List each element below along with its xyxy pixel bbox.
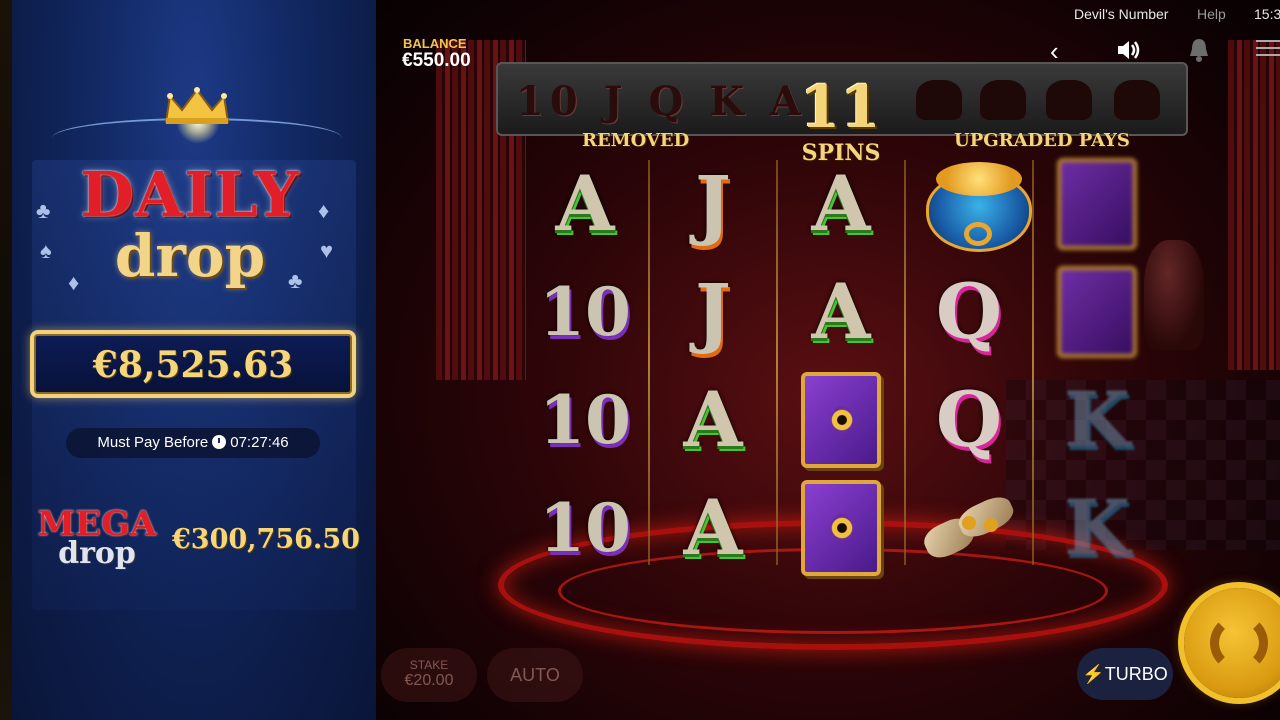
game-title: Devil's Number: [1074, 6, 1169, 22]
reel-symbol: J: [695, 267, 731, 356]
balance-label: BALANCE: [403, 36, 467, 51]
reel-symbol: 10: [539, 489, 631, 567]
reel-symbol: Q: [935, 267, 1003, 356]
speaker-icon[interactable]: [1114, 36, 1142, 64]
scrolls-symbol-icon: [914, 476, 1024, 580]
background-edge: [0, 0, 12, 720]
must-pay-label: Must Pay Before: [97, 434, 209, 451]
stake-label: STAKE: [409, 658, 449, 672]
cauldron-silhouette-icon: [1114, 80, 1160, 120]
clock-time: 15:3: [1254, 6, 1280, 22]
mega-drop-amount: €300,756.50: [172, 524, 360, 555]
turbo-button[interactable]: ⚡TURBO: [1077, 648, 1173, 700]
balance-value: €550.00: [402, 50, 471, 71]
spin-arrows-icon: [1210, 614, 1268, 672]
stake-value: €20.00: [404, 672, 454, 689]
clock-icon: [212, 435, 227, 449]
book-symbol-icon: [1042, 152, 1152, 256]
scroll-silhouette-icon: [980, 80, 1026, 120]
daily-drop-title: DAILY: [80, 158, 300, 231]
upgraded-pays-label: UPGRADED PAYS: [954, 130, 1130, 151]
must-pay-time: 07:27:46: [230, 434, 289, 451]
autoplay-button[interactable]: AUTO: [487, 648, 583, 702]
chevron-left-icon[interactable]: ‹: [1050, 36, 1059, 67]
spins-count: 11: [800, 73, 881, 141]
cauldron-symbol-icon: [914, 152, 1032, 256]
daily-drop-amount-box: €8,525.63: [30, 330, 356, 398]
game-scene: 10 J Q K A REMOVED 11 SPINS UPGRADED PAY…: [376, 0, 1280, 720]
lightning-icon: ⚡: [1082, 664, 1105, 684]
turbo-label: TURBO: [1104, 664, 1168, 684]
reel-symbol: A: [683, 483, 743, 572]
reel-symbol: A: [811, 267, 871, 356]
bookshelf-right: [1228, 40, 1280, 370]
daily-drop-subtitle: drop: [114, 222, 266, 290]
book-silhouette-icon: [1046, 80, 1092, 120]
mega-drop: MEGA drop €300,756.50: [32, 490, 360, 590]
removed-cards: 10 J Q K A: [516, 78, 807, 125]
help-link[interactable]: Help: [1197, 6, 1226, 22]
reel-symbol: A: [555, 159, 615, 248]
must-pay-before: Must Pay Before 07:27:46: [66, 428, 320, 458]
reel-symbol: 10: [539, 273, 631, 351]
reel-symbol: A: [811, 159, 871, 248]
reel-divider: [1032, 160, 1034, 565]
reel-divider: [776, 160, 778, 565]
reel-symbol: K: [1063, 375, 1131, 464]
book-symbol-icon: [1042, 260, 1152, 364]
reel-symbol: A: [683, 375, 743, 464]
reel-symbol: K: [1063, 483, 1131, 572]
game-screen: ♣ ♠ ♦ ♦ ♥ ♣ DAILY drop €8,525.63 Must Pa…: [0, 0, 1280, 720]
hamburger-icon[interactable]: [1256, 40, 1280, 61]
crown-icon: [164, 87, 230, 124]
reel-symbol: J: [695, 159, 731, 248]
bell-icon[interactable]: [1186, 36, 1212, 64]
reel-divider: [904, 160, 906, 565]
book-symbol-icon: [786, 368, 896, 472]
reel-symbol: Q: [935, 375, 1003, 464]
mega-drop-subtitle: drop: [58, 536, 136, 571]
hat-silhouette-icon: [916, 80, 962, 120]
book-symbol-icon: [786, 476, 896, 580]
daily-drop-amount: €8,525.63: [92, 344, 294, 386]
removed-label: REMOVED: [582, 130, 690, 151]
stake-button[interactable]: STAKE €20.00: [381, 648, 477, 702]
reels: A 10 10 10 J J A A A A Q Q K K: [522, 150, 1162, 580]
reel-symbol: 10: [539, 381, 631, 459]
reel-divider: [648, 160, 650, 565]
